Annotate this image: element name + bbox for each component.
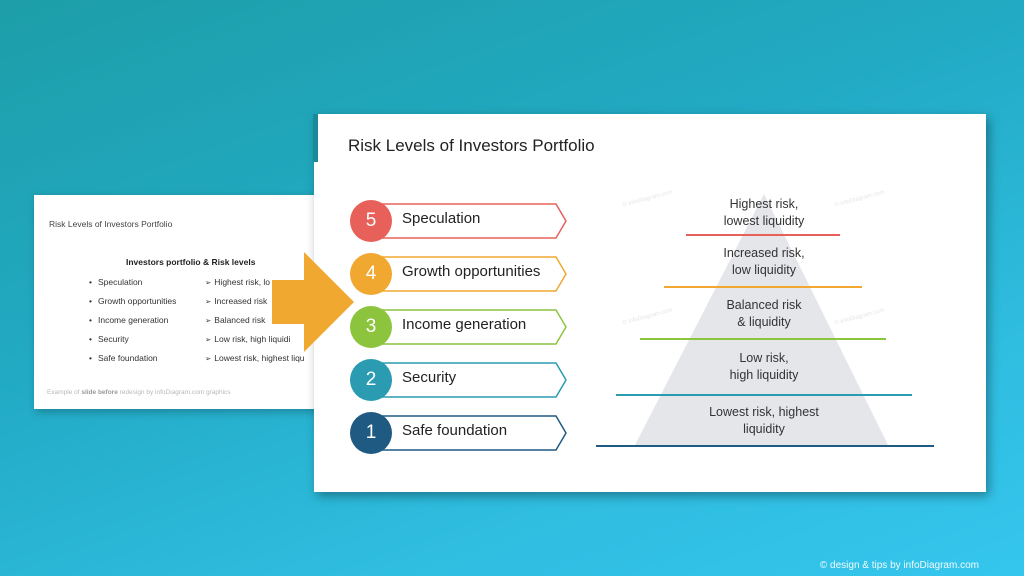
before-bullet-list: Speculation Growth opportunities Income … (89, 275, 176, 370)
list-item: Lowest risk, highest liqu (205, 351, 304, 370)
risk-level-item: 4 Growth opportunities (350, 253, 572, 295)
pyramid-text-line: lowest liquidity (723, 214, 805, 228)
before-slide-subtitle: Investors portfolio & Risk levels (126, 257, 256, 267)
pyramid-text-line: Increased risk, (723, 246, 805, 260)
arrow-right-icon (272, 252, 354, 352)
pyramid-level-text: Highest risk, lowest liquidity (664, 196, 864, 230)
level-number-badge: 2 (350, 359, 392, 401)
risk-level-item: 2 Security (350, 359, 572, 401)
level-number-badge: 5 (350, 200, 392, 242)
footer-bold-text: slide before (81, 389, 118, 396)
pyramid-text-line: low liquidity (732, 263, 796, 277)
list-item: Security (89, 332, 176, 351)
pyramid-text-line: Balanced risk (726, 298, 802, 312)
level-label: Safe foundation (402, 422, 508, 439)
after-slide-title: Risk Levels of Investors Portfolio (348, 136, 595, 155)
risk-level-item: 5 Speculation (350, 200, 572, 242)
pyramid-level-text: Balanced risk & liquidity (664, 297, 864, 331)
list-item: Safe foundation (89, 351, 176, 370)
level-number-badge: 4 (350, 253, 392, 295)
after-slide: Risk Levels of Investors Portfolio 5 Spec… (313, 114, 986, 492)
list-item: Speculation (89, 275, 176, 294)
pyramid-level-text: Low risk, high liquidity (664, 350, 864, 384)
level-number-badge: 3 (350, 306, 392, 348)
pyramid-text-line: high liquidity (729, 368, 799, 382)
risk-level-item: 3 Income generation (350, 306, 572, 348)
list-item: Income generation (89, 313, 176, 332)
pyramid-text-line: liquidity (743, 422, 785, 436)
level-label: Speculation (402, 210, 481, 227)
pyramid-level-text: Increased risk, low liquidity (664, 245, 864, 279)
footer-text: Example of (47, 389, 82, 396)
slide-accent-tab (313, 114, 318, 162)
footer-text: redesign by infoDiagram.com graphics (117, 389, 231, 396)
credit-text: © design & tips by infoDiagram.com (819, 560, 979, 571)
before-slide-footer: Example of slide before redesign by info… (47, 389, 231, 396)
pyramid-level-text: Lowest risk, highest liquidity (664, 404, 864, 438)
before-slide-title: Risk Levels of Investors Portfolio (49, 219, 173, 229)
level-tag-shape (368, 362, 567, 398)
level-number-badge: 1 (350, 412, 392, 454)
pyramid-text-line: Low risk, (739, 351, 789, 365)
level-label: Security (402, 369, 457, 386)
risk-level-item: 1 Safe foundation (350, 412, 572, 454)
pyramid-text-line: Lowest risk, highest (709, 405, 819, 419)
level-label: Income generation (402, 316, 527, 333)
level-label: Growth opportunities (402, 263, 541, 280)
list-item: Growth opportunities (89, 294, 176, 313)
